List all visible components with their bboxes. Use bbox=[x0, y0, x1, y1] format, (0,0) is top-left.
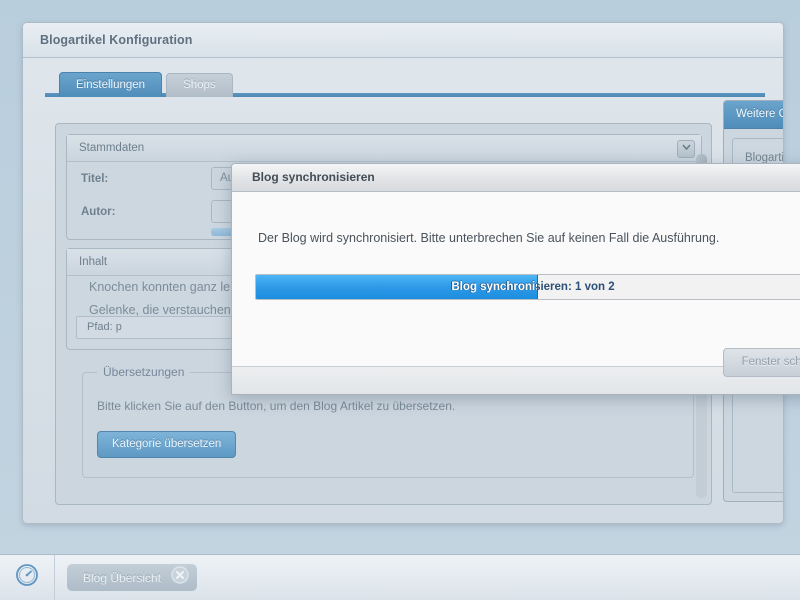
page-title: Blogartikel Konfiguration bbox=[40, 33, 193, 47]
tab-shops[interactable]: Shops bbox=[166, 73, 233, 97]
dialog-message: Der Blog wird synchronisiert. Bitte unte… bbox=[258, 231, 720, 245]
tab-shops-label: Shops bbox=[183, 79, 216, 91]
tab-einstellungen[interactable]: Einstellungen bbox=[59, 72, 163, 97]
dialog-body: Der Blog wird synchronisiert. Bitte unte… bbox=[232, 192, 800, 366]
dialog-titlebar[interactable]: Blog synchronisieren bbox=[232, 164, 800, 192]
sync-progress-label-clip: Blog synchronisieren: 1 von 2 bbox=[256, 275, 537, 299]
sync-progress-label-inverse: Blog synchronisieren: 1 von 2 bbox=[451, 281, 537, 293]
sync-dialog: Blog synchronisieren Der Blog wird synch… bbox=[231, 163, 800, 395]
sync-progress-bar: Blog synchronisieren: 1 von 2 Blog synch… bbox=[255, 274, 800, 300]
chevron-down-icon[interactable] bbox=[677, 140, 695, 158]
gauge-icon bbox=[15, 563, 39, 592]
taskbar: Blog Übersicht bbox=[0, 554, 800, 600]
weitere-optionen-header: Weitere Optionen bbox=[724, 101, 783, 129]
autor-label: Autor: bbox=[81, 205, 116, 218]
titel-label: Titel: bbox=[81, 172, 109, 185]
tab-einstellungen-label: Einstellungen bbox=[76, 79, 146, 91]
tab-bar: Einstellungen Shops bbox=[23, 68, 783, 97]
inhalt-legend: Inhalt bbox=[79, 256, 108, 268]
start-button[interactable] bbox=[0, 555, 55, 600]
stammdaten-legend: Stammdaten bbox=[79, 142, 145, 154]
uebersetzungen-legend: Übersetzungen bbox=[97, 365, 191, 379]
taskbar-item-label: Blog Übersicht bbox=[83, 570, 162, 585]
window-titlebar: Blogartikel Konfiguration bbox=[23, 23, 783, 58]
uebersetzungen-description: Bitte klicken Sie auf den Button, um den… bbox=[97, 399, 456, 413]
dialog-footer: Fenster schließen bbox=[232, 348, 800, 394]
dialog-title: Blog synchronisieren bbox=[252, 170, 375, 184]
close-circle-icon[interactable] bbox=[171, 566, 189, 589]
stammdaten-header: Stammdaten bbox=[67, 135, 701, 162]
taskbar-item-blog-uebersicht[interactable]: Blog Übersicht bbox=[67, 564, 198, 591]
translate-category-button[interactable]: Kategorie übersetzen bbox=[97, 431, 237, 458]
close-window-button[interactable]: Fenster schließen bbox=[722, 348, 800, 377]
